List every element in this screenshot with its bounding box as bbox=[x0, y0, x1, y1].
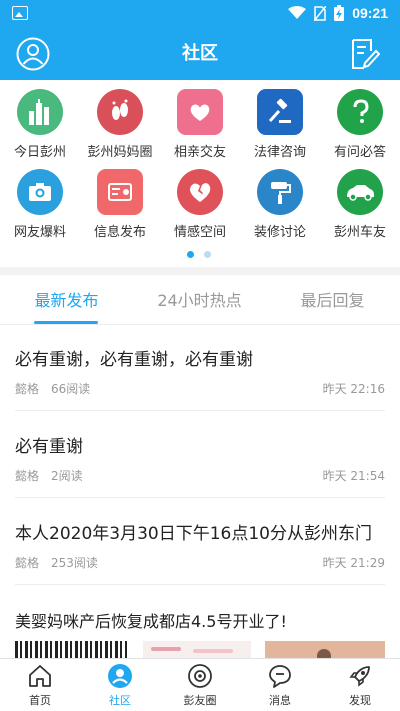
post-title: 美婴妈咪产后恢复成都店4.5号开业了! bbox=[15, 612, 287, 631]
grid-item-label: 装修讨论 bbox=[253, 225, 306, 240]
home-icon bbox=[29, 665, 51, 687]
grid-item-label: 信息发布 bbox=[93, 225, 146, 240]
grid-item-today[interactable]: 今日彭州 bbox=[0, 80, 80, 160]
post-time: 昨天 21:29 bbox=[322, 556, 385, 570]
nav-messages[interactable]: 消息 bbox=[240, 659, 320, 711]
post-read-count: 66阅读 bbox=[51, 382, 91, 396]
pager-indicator bbox=[0, 251, 400, 259]
post-separator bbox=[15, 497, 385, 498]
tab-latest[interactable]: 最新发布 bbox=[0, 275, 133, 325]
compose-button[interactable] bbox=[350, 37, 381, 71]
grid-item-moms[interactable]: 彭州妈妈圈 bbox=[80, 80, 160, 160]
city-buildings-icon bbox=[17, 89, 63, 135]
grid-item-label: 法律咨询 bbox=[253, 145, 306, 160]
gavel-icon bbox=[257, 89, 303, 135]
nav-label: 发现 bbox=[349, 694, 371, 707]
grid-item-decor[interactable]: 装修讨论 bbox=[240, 160, 320, 240]
post-item[interactable]: 必有重谢 懿格 2阅读 昨天 21:54 bbox=[0, 432, 400, 498]
paint-roller-icon bbox=[257, 169, 303, 215]
nav-discover[interactable]: 发现 bbox=[320, 659, 400, 711]
tab-active-indicator bbox=[34, 321, 98, 324]
pager-dot[interactable] bbox=[204, 251, 211, 258]
post-title: 必有重谢，必有重谢，必有重谢 bbox=[15, 350, 253, 370]
grid-item-label: 情感空间 bbox=[173, 225, 226, 240]
post-separator bbox=[15, 584, 385, 585]
grid-item-report[interactable]: 网友爆料 bbox=[0, 160, 80, 240]
nav-friends-circle[interactable]: 彭友圈 bbox=[160, 659, 240, 711]
tab-24h-hot[interactable]: 24小时热点 bbox=[133, 275, 266, 325]
tab-last-reply[interactable]: 最后回复 bbox=[266, 275, 399, 325]
post-item[interactable]: 必有重谢，必有重谢，必有重谢 懿格 66阅读 昨天 22:16 bbox=[0, 345, 400, 411]
bottom-navigation: 首页 社区 彭友圈 消息 发现 bbox=[0, 658, 400, 711]
question-icon bbox=[337, 89, 383, 135]
pager-dot-active[interactable] bbox=[187, 251, 194, 258]
car-icon bbox=[337, 169, 383, 215]
rocket-icon bbox=[349, 666, 370, 687]
nav-label: 社区 bbox=[109, 694, 131, 707]
post-title: 本人2020年3月30日下午16点10分从彭州东门 bbox=[15, 524, 372, 544]
post-author: 懿格 bbox=[15, 382, 40, 396]
broken-heart-icon bbox=[177, 169, 223, 215]
grid-item-label: 网友爆料 bbox=[13, 225, 66, 240]
category-grid: 今日彭州 彭州妈妈圈 相亲交友 法律咨询 有问必答 网友爆料 信息发布 情感空间… bbox=[0, 80, 400, 240]
post-read-count: 253阅读 bbox=[51, 556, 98, 570]
camera-icon bbox=[17, 169, 63, 215]
status-icons: 09:21 bbox=[288, 4, 388, 22]
app-header: 社区 bbox=[0, 27, 400, 80]
community-icon bbox=[108, 664, 132, 688]
nav-label: 消息 bbox=[269, 694, 291, 707]
grid-item-info[interactable]: 信息发布 bbox=[80, 160, 160, 240]
grid-item-label: 今日彭州 bbox=[13, 145, 66, 160]
post-item[interactable]: 本人2020年3月30日下午16点10分从彭州东门 懿格 253阅读 昨天 21… bbox=[0, 519, 400, 585]
post-time: 昨天 22:16 bbox=[322, 382, 385, 396]
grid-item-label: 有问必答 bbox=[333, 145, 386, 160]
wifi-icon bbox=[288, 6, 307, 19]
no-sim-icon bbox=[314, 5, 327, 21]
circle-icon bbox=[188, 664, 212, 688]
grid-item-label: 彭州车友 bbox=[333, 225, 386, 240]
grid-item-legal[interactable]: 法律咨询 bbox=[240, 80, 320, 160]
grid-item-emotion[interactable]: 情感空间 bbox=[160, 160, 240, 240]
post-author: 懿格 bbox=[15, 469, 40, 483]
section-divider bbox=[0, 267, 400, 275]
edit-note-icon bbox=[352, 39, 381, 69]
post-author: 懿格 bbox=[15, 556, 40, 570]
grid-item-cars[interactable]: 彭州车友 bbox=[320, 160, 400, 240]
battery-charging-icon bbox=[334, 5, 345, 21]
page-title: 社区 bbox=[182, 43, 218, 64]
post-separator bbox=[15, 410, 385, 411]
grid-item-label: 彭州妈妈圈 bbox=[87, 145, 153, 160]
card-icon bbox=[97, 169, 143, 215]
nav-label: 彭友圈 bbox=[183, 694, 217, 707]
status-time: 09:21 bbox=[352, 5, 388, 21]
footprints-icon bbox=[97, 89, 143, 135]
post-time: 昨天 21:54 bbox=[322, 469, 385, 483]
heart-cloud-icon bbox=[177, 89, 223, 135]
nav-label: 首页 bbox=[29, 694, 51, 707]
post-title: 必有重谢 bbox=[15, 437, 83, 457]
status-bar: 09:21 bbox=[0, 0, 400, 27]
gallery-notification-icon bbox=[12, 6, 28, 20]
tab-bar: 最新发布 24小时热点 最后回复 bbox=[0, 275, 400, 325]
grid-item-qa[interactable]: 有问必答 bbox=[320, 80, 400, 160]
grid-item-label: 相亲交友 bbox=[173, 145, 226, 160]
message-icon bbox=[269, 665, 291, 688]
post-read-count: 2阅读 bbox=[51, 469, 83, 483]
nav-home[interactable]: 首页 bbox=[0, 659, 80, 711]
grid-item-dating[interactable]: 相亲交友 bbox=[160, 80, 240, 160]
nav-community[interactable]: 社区 bbox=[80, 659, 160, 711]
